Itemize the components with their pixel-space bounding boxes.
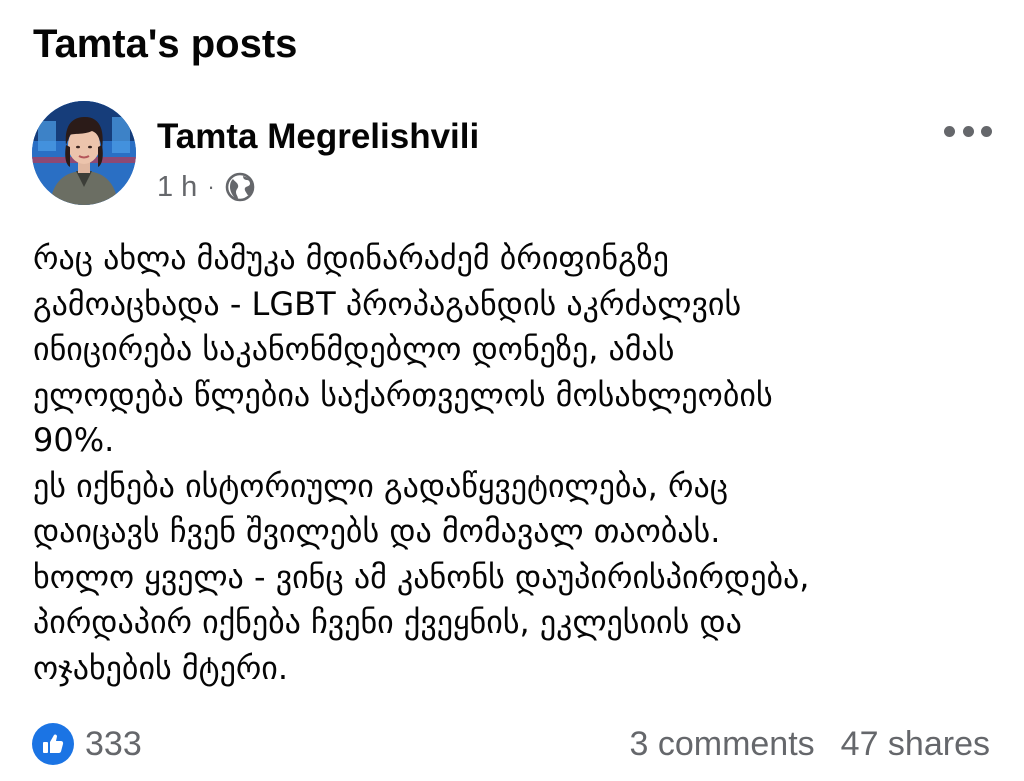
reactions-summary[interactable]: 333 bbox=[32, 722, 142, 766]
avatar-image bbox=[32, 101, 136, 205]
post-text-line: ეს იქნება ისტორიული გადაწყვეტილება, რაც bbox=[33, 466, 728, 505]
engagement-counts: 3 comments 47 shares bbox=[629, 722, 990, 766]
more-dot bbox=[981, 125, 992, 137]
post-text-line: 90%. bbox=[33, 421, 115, 459]
shares-link[interactable]: 47 shares bbox=[841, 725, 990, 763]
more-dot bbox=[944, 125, 955, 137]
post-meta: 1 h · bbox=[157, 169, 256, 205]
globe-icon[interactable] bbox=[224, 171, 256, 203]
reaction-count: 333 bbox=[85, 725, 142, 763]
post-text-line: გამოაცხადა - LGBT პროპაგანდის აკრძალვის bbox=[33, 284, 742, 323]
post-text-line: დაიცავს ჩვენ შვილებს და მომავალ თაობას. bbox=[33, 512, 721, 550]
post-text-line: ხოლო ყველა - ვინც ამ კანონს დაუპირისპირდ… bbox=[33, 557, 810, 596]
post-text-line: ელოდება წლებია საქართველოს მოსახლეობის bbox=[33, 375, 773, 414]
post-header: Tamta Megrelishvili 1 h · bbox=[32, 101, 992, 211]
post-text-line: ინიცირება საკანონმდებლო დონეზე, ამას bbox=[33, 330, 675, 368]
like-icon bbox=[32, 723, 74, 765]
author-name[interactable]: Tamta Megrelishvili bbox=[157, 115, 479, 159]
post-footer: 333 3 comments 47 shares bbox=[32, 722, 990, 766]
more-options-icon[interactable] bbox=[944, 119, 992, 143]
page-title: Tamta's posts bbox=[33, 22, 298, 66]
post-text-line: რაც ახლა მამუკა მდინარაძემ ბრიფინგზე bbox=[33, 239, 669, 277]
post-body: რაც ახლა მამუკა მდინარაძემ ბრიფინგზე გამ… bbox=[33, 236, 1008, 691]
post-text-line: ოჯახების მტერი. bbox=[33, 648, 289, 687]
post-text-line: პირდაპირ იქნება ჩვენი ქვეყნის, ეკლესიის … bbox=[33, 603, 742, 641]
comments-link[interactable]: 3 comments bbox=[629, 725, 814, 763]
avatar[interactable] bbox=[32, 101, 136, 205]
post-timestamp[interactable]: 1 h bbox=[157, 171, 197, 204]
meta-separator: · bbox=[207, 174, 215, 199]
more-dot bbox=[962, 125, 974, 137]
